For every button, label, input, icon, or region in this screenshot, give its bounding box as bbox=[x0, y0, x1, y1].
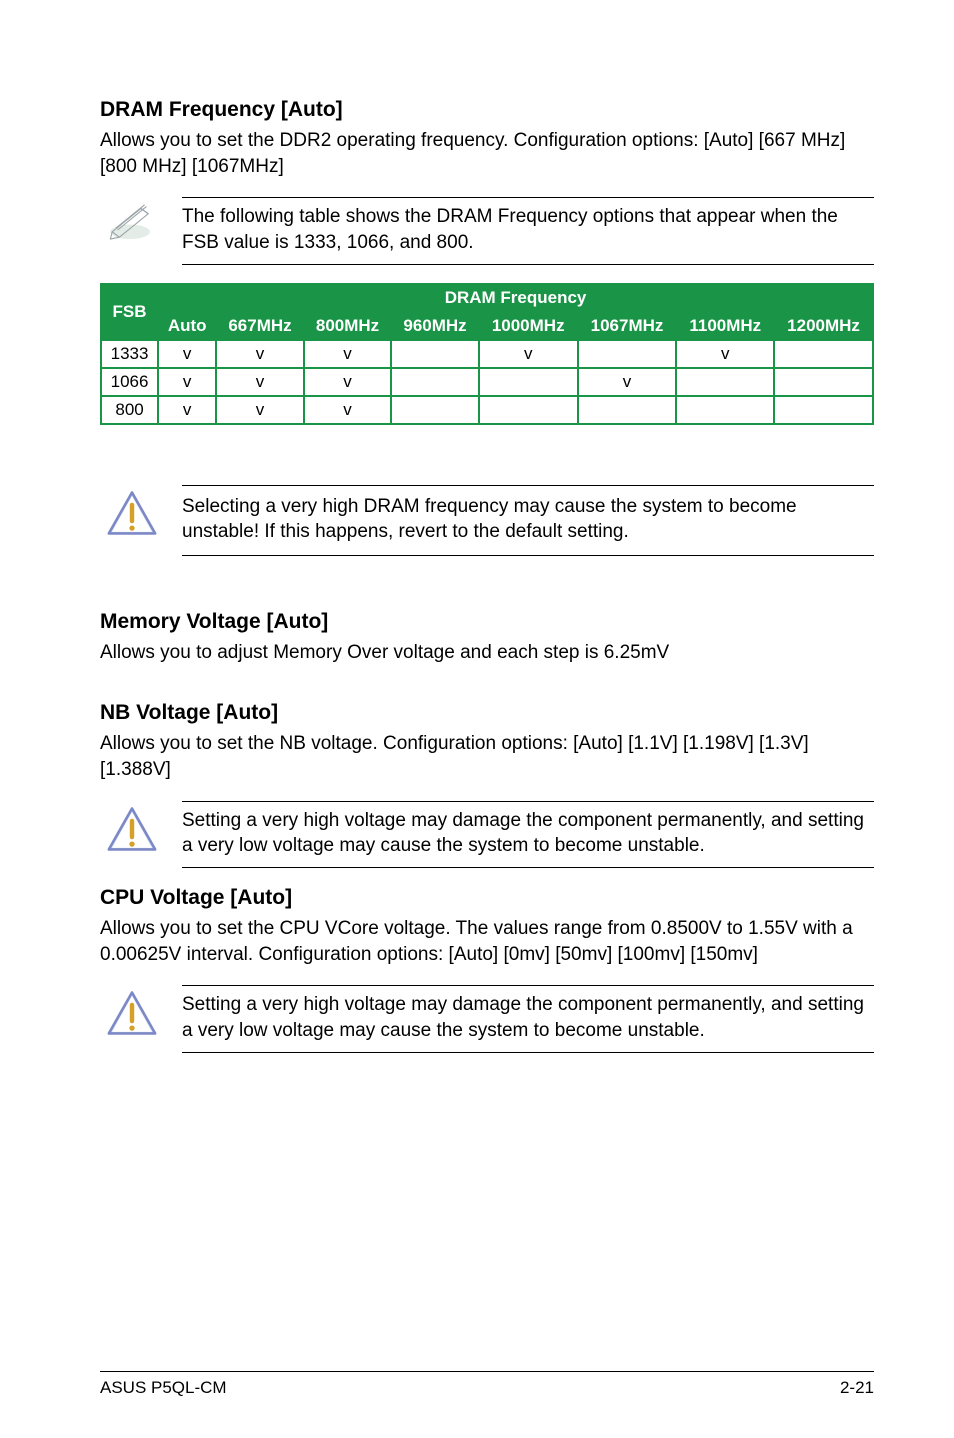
footer-right: 2-21 bbox=[840, 1378, 874, 1398]
note-dram-table-text: The following table shows the DRAM Frequ… bbox=[182, 204, 874, 255]
memory-voltage-body: Allows you to adjust Memory Over voltage… bbox=[100, 640, 874, 666]
fsb-1333: 1333 bbox=[101, 340, 158, 368]
fsb-800: 800 bbox=[101, 396, 158, 424]
nb-voltage-heading: NB Voltage [Auto] bbox=[100, 701, 874, 725]
warning-icon bbox=[100, 985, 164, 1037]
col-1000: 1000MHz bbox=[479, 312, 578, 340]
cell: v bbox=[158, 340, 216, 368]
cell: v bbox=[304, 340, 392, 368]
page-footer: ASUS P5QL-CM 2-21 bbox=[100, 1371, 874, 1398]
cell: v bbox=[216, 368, 304, 396]
col-800: 800MHz bbox=[304, 312, 392, 340]
cell bbox=[578, 340, 677, 368]
nb-voltage-body: Allows you to set the NB voltage. Config… bbox=[100, 731, 874, 782]
table-col-headers: Auto 667MHz 800MHz 960MHz 1000MHz 1067MH… bbox=[101, 312, 873, 340]
col-1200: 1200MHz bbox=[774, 312, 873, 340]
table-row: 1333 v v v v v bbox=[101, 340, 873, 368]
cell bbox=[676, 368, 774, 396]
warn-cpu-voltage-text: Setting a very high voltage may damage t… bbox=[182, 992, 874, 1043]
col-667: 667MHz bbox=[216, 312, 304, 340]
cell bbox=[774, 340, 873, 368]
cell: v bbox=[304, 396, 392, 424]
cell bbox=[391, 340, 479, 368]
warn-nb-voltage-text: Setting a very high voltage may damage t… bbox=[182, 808, 874, 859]
dram-frequency-heading: DRAM Frequency [Auto] bbox=[100, 98, 874, 122]
table-title: DRAM Frequency bbox=[158, 284, 873, 312]
col-1100: 1100MHz bbox=[676, 312, 774, 340]
memory-voltage-heading: Memory Voltage [Auto] bbox=[100, 610, 874, 634]
dram-frequency-table: FSB DRAM Frequency Auto 667MHz 800MHz 96… bbox=[100, 283, 874, 425]
cell: v bbox=[676, 340, 774, 368]
cpu-voltage-heading: CPU Voltage [Auto] bbox=[100, 886, 874, 910]
cell bbox=[391, 396, 479, 424]
col-960: 960MHz bbox=[391, 312, 479, 340]
warn-dram-high-text: Selecting a very high DRAM frequency may… bbox=[182, 494, 874, 545]
cell: v bbox=[578, 368, 677, 396]
cell bbox=[479, 396, 578, 424]
warning-icon bbox=[100, 485, 164, 537]
col-1067: 1067MHz bbox=[578, 312, 677, 340]
cell: v bbox=[158, 396, 216, 424]
warning-icon bbox=[100, 801, 164, 853]
cell bbox=[391, 368, 479, 396]
fsb-1066: 1066 bbox=[101, 368, 158, 396]
note-pencil-icon bbox=[100, 197, 164, 241]
dram-frequency-body: Allows you to set the DDR2 operating fre… bbox=[100, 128, 874, 179]
footer-left: ASUS P5QL-CM bbox=[100, 1378, 227, 1398]
table-row: 1066 v v v v bbox=[101, 368, 873, 396]
cell: v bbox=[216, 340, 304, 368]
cell: v bbox=[479, 340, 578, 368]
table-fsb-header: FSB bbox=[101, 284, 158, 340]
cell bbox=[774, 396, 873, 424]
col-auto: Auto bbox=[158, 312, 216, 340]
cpu-voltage-body: Allows you to set the CPU VCore voltage.… bbox=[100, 916, 874, 967]
cell: v bbox=[304, 368, 392, 396]
cell bbox=[578, 396, 677, 424]
cell: v bbox=[216, 396, 304, 424]
cell bbox=[774, 368, 873, 396]
cell bbox=[479, 368, 578, 396]
table-row: 800 v v v bbox=[101, 396, 873, 424]
cell bbox=[676, 396, 774, 424]
cell: v bbox=[158, 368, 216, 396]
